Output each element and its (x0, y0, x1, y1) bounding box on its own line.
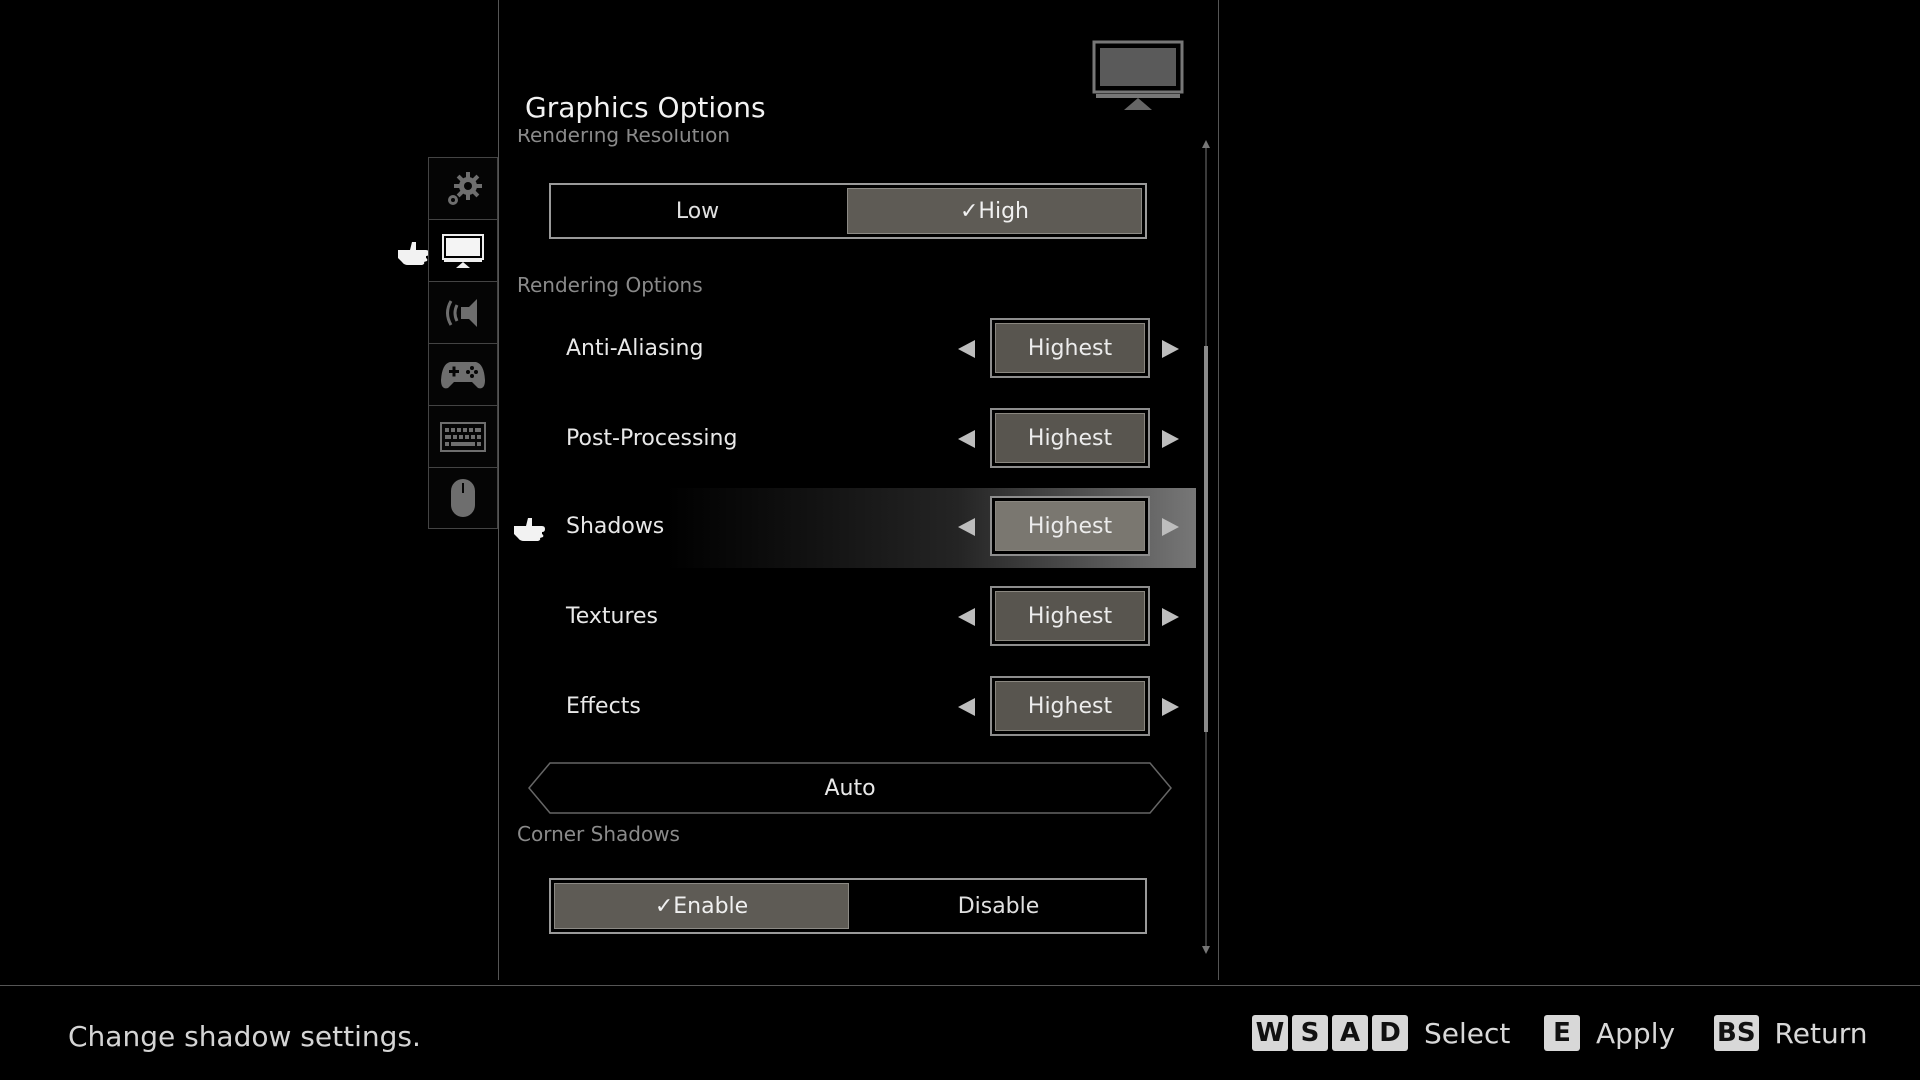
key-a: A (1332, 1015, 1368, 1051)
arrow-right-icon[interactable] (1162, 340, 1179, 358)
setting-name: Textures (566, 604, 658, 629)
scroll-up-icon[interactable] (1202, 140, 1210, 148)
setting-value[interactable]: Highest (990, 318, 1150, 378)
gear-icon (448, 171, 482, 205)
key-bs: BS (1714, 1015, 1759, 1051)
return-legend[interactable]: BS Return (1714, 1015, 1867, 1051)
select-label: Select (1424, 1016, 1511, 1050)
settings-category-sidebar (428, 157, 498, 529)
arrow-left-icon[interactable] (958, 430, 975, 448)
setting-value[interactable]: Highest (990, 586, 1150, 646)
sidebar-item-keyboard[interactable] (428, 405, 498, 467)
check-icon: ✓ (654, 893, 674, 919)
return-label: Return (1774, 1016, 1868, 1050)
sidebar-item-general[interactable] (428, 157, 498, 219)
corner-shadows-label: Corner Shadows (517, 822, 680, 846)
arrow-left-icon[interactable] (958, 698, 975, 716)
page-title: Graphics Options (525, 91, 766, 124)
resolution-option-low[interactable]: Low (551, 185, 844, 237)
sidebar-pointer-hand-icon (398, 242, 429, 265)
rendering-options-label: Rendering Options (517, 273, 703, 297)
key-d: D (1372, 1015, 1408, 1051)
setting-value[interactable]: Highest (990, 496, 1150, 556)
pointer-hand-icon (514, 518, 545, 541)
setting-value[interactable]: Highest (990, 676, 1150, 736)
setting-row-anti-aliasing[interactable]: Anti-Aliasing Highest (512, 310, 1196, 390)
resolution-option-high[interactable]: ✓ High (847, 188, 1142, 234)
arrow-right-icon[interactable] (1162, 608, 1179, 626)
arrow-left-icon[interactable] (958, 608, 975, 626)
setting-row-textures[interactable]: Textures Highest (512, 578, 1196, 658)
rendering-resolution-toggle: Low ✓ High (549, 183, 1147, 239)
key-s: S (1292, 1015, 1328, 1051)
keyboard-icon (440, 421, 486, 452)
apply-legend[interactable]: E Apply (1544, 1015, 1675, 1051)
select-legend: W S A D Select (1252, 1015, 1510, 1051)
apply-label: Apply (1596, 1016, 1676, 1050)
check-icon: ✓ (959, 198, 979, 224)
help-text: Change shadow settings. (68, 1020, 421, 1053)
speaker-icon (446, 298, 477, 327)
gamepad-icon (441, 361, 485, 388)
auto-button[interactable]: Auto (528, 762, 1172, 814)
key-e: E (1544, 1015, 1580, 1051)
arrow-right-icon[interactable] (1162, 698, 1179, 716)
panel-right-border (1218, 0, 1219, 980)
key-w: W (1252, 1015, 1288, 1051)
mouse-icon (451, 479, 475, 517)
monitor-icon (1092, 40, 1184, 112)
sidebar-item-audio[interactable] (428, 281, 498, 343)
corner-shadows-option-enable[interactable]: ✓ Enable (554, 883, 849, 929)
setting-row-post-processing[interactable]: Post-Processing Highest (512, 400, 1196, 480)
panel-left-border (498, 0, 499, 980)
arrow-right-icon[interactable] (1162, 518, 1179, 536)
sidebar-item-controller[interactable] (428, 343, 498, 405)
footer-divider (0, 985, 1920, 986)
setting-value[interactable]: Highest (990, 408, 1150, 468)
sidebar-item-mouse[interactable] (428, 467, 498, 529)
monitor-icon (442, 233, 484, 268)
arrow-right-icon[interactable] (1162, 430, 1179, 448)
corner-shadows-option-disable[interactable]: Disable (852, 880, 1145, 932)
setting-name: Anti-Aliasing (566, 336, 704, 361)
arrow-left-icon[interactable] (958, 518, 975, 536)
setting-row-shadows[interactable]: Shadows Highest (512, 488, 1196, 568)
rendering-resolution-label: Rendering Resolution (517, 129, 730, 147)
arrow-left-icon[interactable] (958, 340, 975, 358)
sidebar-item-graphics[interactable] (428, 219, 498, 281)
setting-name: Effects (566, 694, 641, 719)
scrollbar-thumb[interactable] (1204, 346, 1208, 732)
scroll-down-icon[interactable] (1202, 946, 1210, 954)
setting-row-effects[interactable]: Effects Highest (512, 668, 1196, 748)
corner-shadows-toggle: ✓ Enable Disable (549, 878, 1147, 934)
setting-name: Post-Processing (566, 426, 738, 451)
setting-name: Shadows (566, 514, 665, 539)
